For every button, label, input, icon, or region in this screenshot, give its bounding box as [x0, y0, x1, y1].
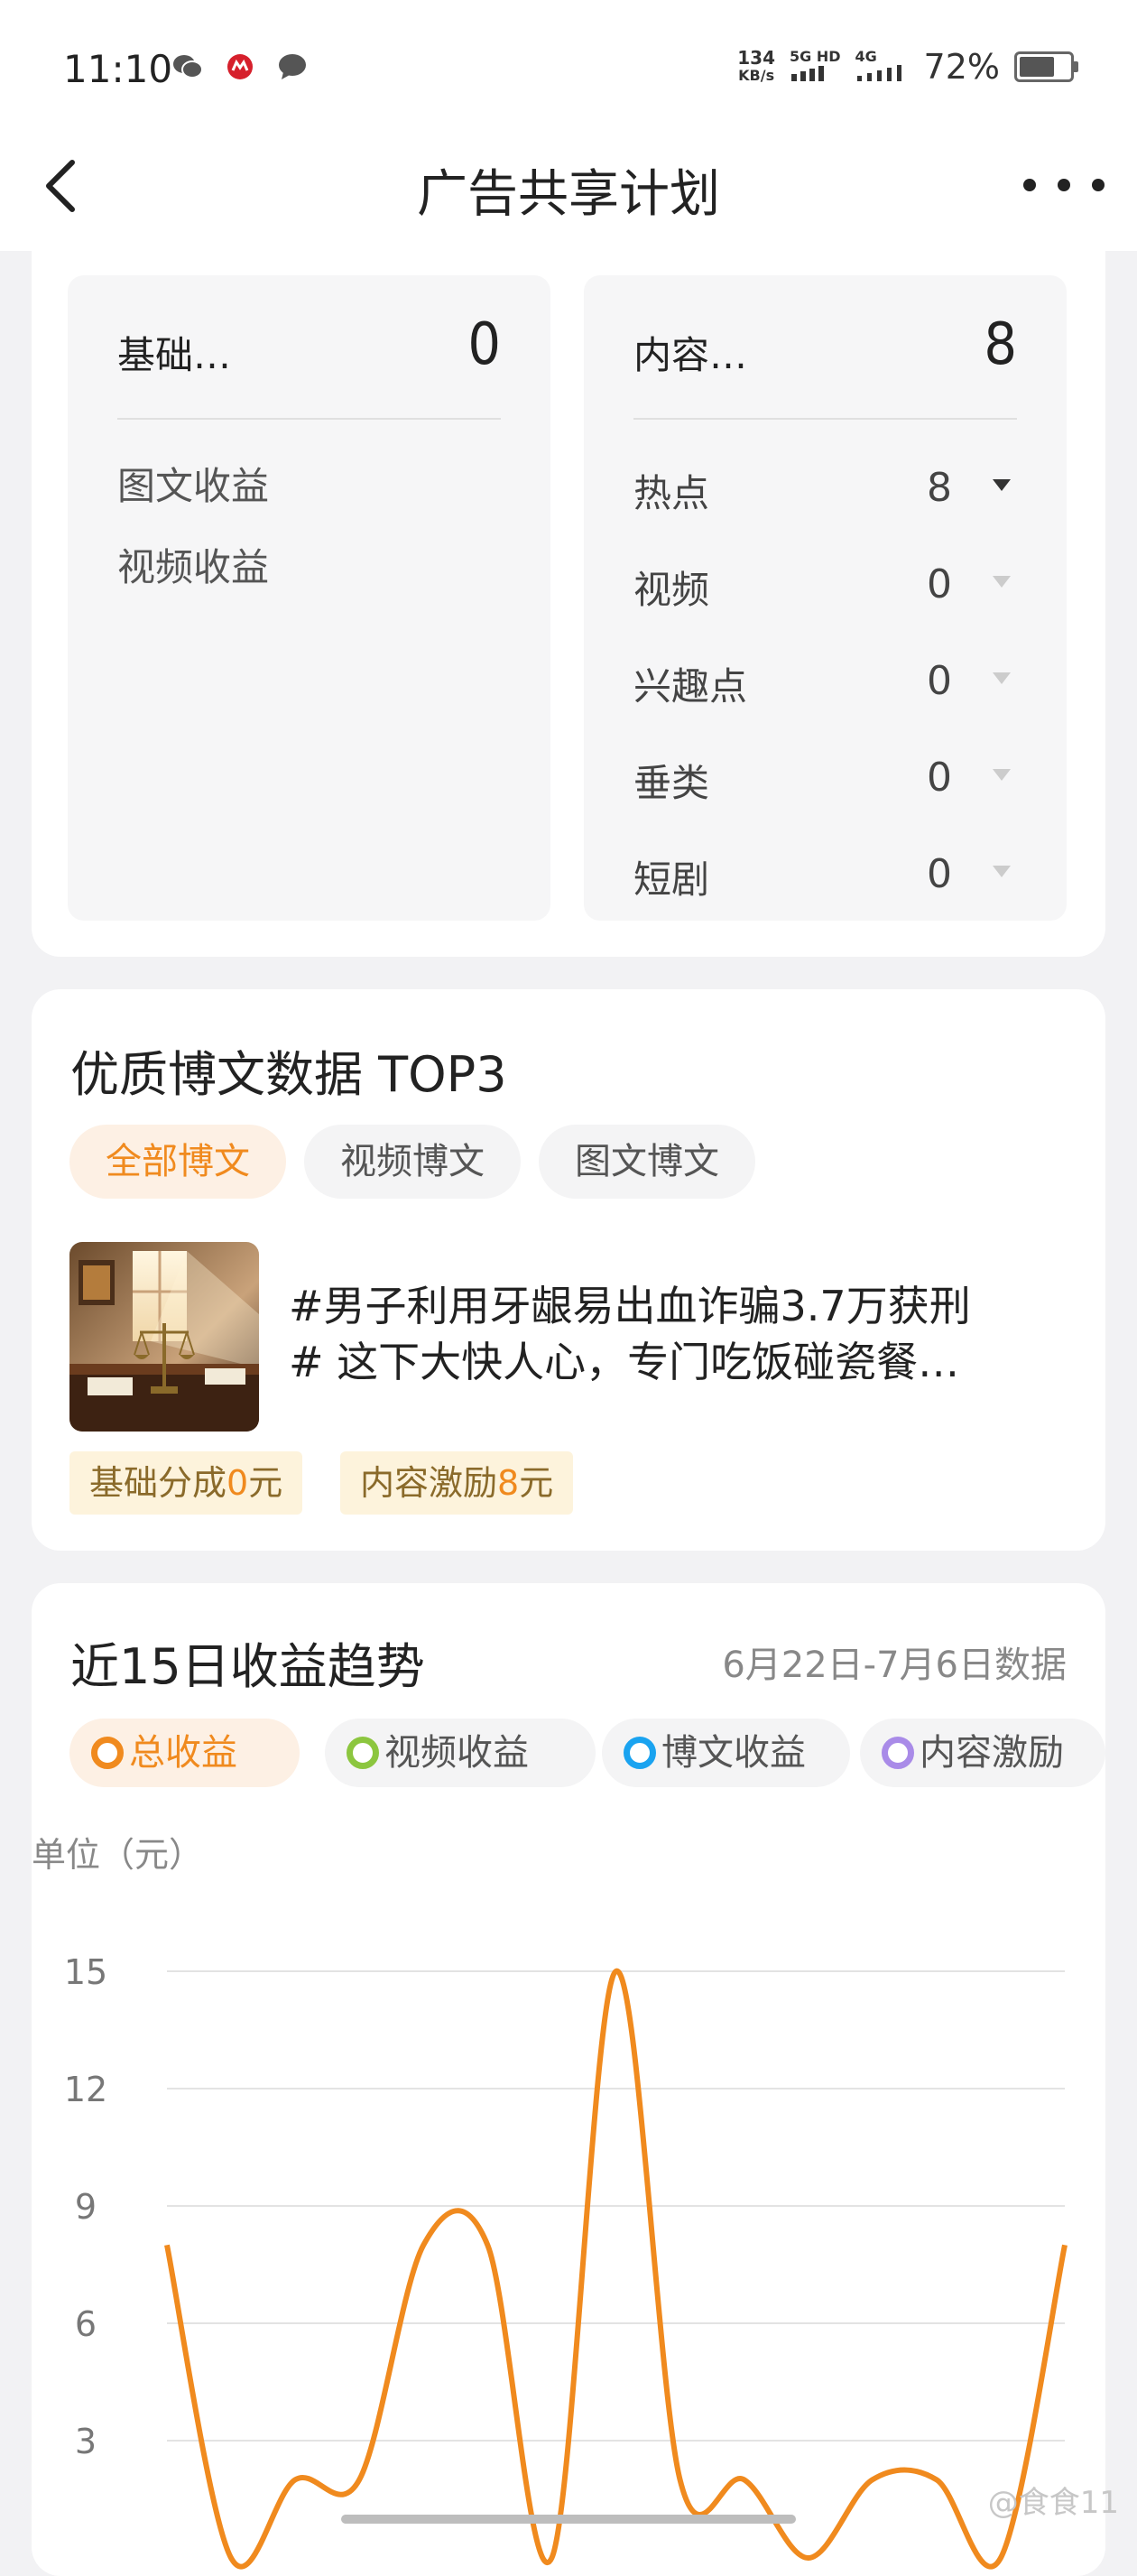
battery-icon	[1014, 51, 1078, 82]
signal-icon	[791, 66, 825, 81]
home-indicator[interactable]	[341, 2515, 796, 2524]
content-incentive-panel[interactable]: 内容… 8 热点 8 视频 0 兴趣点 0 垂类 0 短剧 0	[584, 275, 1067, 921]
status-time: 11:10	[63, 47, 173, 91]
tag-value: 0	[226, 1463, 249, 1503]
tab-all-posts[interactable]: 全部博文	[69, 1125, 286, 1199]
post-title[interactable]: #男子利用牙龈易出血诈骗3.7万获刑 # 这下大快人心，专门吃饭碰瓷餐…	[289, 1278, 1083, 1390]
legend-total-earnings[interactable]: 总收益	[69, 1719, 300, 1787]
basic-item-video: 视频收益	[117, 545, 270, 589]
more-options-icon[interactable]	[1023, 171, 1105, 199]
legend-post-earnings[interactable]: 博文收益	[602, 1719, 850, 1787]
earnings-trend-card: 近15日收益趋势 6月22日-7月6日数据 总收益 视频收益 博文收益 内容激励…	[32, 1583, 1105, 2576]
tag-value: 8	[497, 1463, 520, 1503]
divider	[633, 418, 1017, 420]
legend-label: 总收益	[129, 1732, 237, 1774]
y-tick-label: 6	[75, 2304, 97, 2344]
content-item-label: 垂类	[633, 761, 710, 805]
content-item-value: 8	[927, 465, 952, 511]
y-tick-label: 12	[64, 2070, 107, 2109]
content-item-short-drama[interactable]: 短剧 0	[633, 849, 1021, 903]
network-speed: 134 KB/s	[737, 49, 775, 85]
y-tick-label: 3	[75, 2422, 97, 2461]
network1-label: 5G HD	[790, 48, 841, 65]
basic-panel-title: 基础…	[117, 333, 232, 377]
trend-line-chart: 3 6 9 12 15	[64, 1952, 1068, 2570]
page-title: 广告共享计划	[417, 165, 720, 224]
basic-item-image-text: 图文收益	[117, 464, 270, 508]
legend-video-earnings[interactable]: 视频收益	[325, 1719, 596, 1787]
network-4g: 4G	[855, 49, 910, 85]
tab-image-text-posts[interactable]: 图文博文	[539, 1125, 755, 1199]
message-icon	[279, 54, 306, 79]
content-item-label: 短剧	[633, 857, 710, 902]
network-5g: 5G HD	[790, 49, 841, 85]
legend-dot-icon	[91, 1737, 124, 1769]
legend-dot-icon	[347, 1737, 379, 1769]
content-item-hotspot[interactable]: 热点 8	[633, 463, 1021, 517]
y-tick-label: 15	[64, 1952, 107, 1992]
caret-down-icon	[993, 866, 1011, 877]
basic-share-tag: 基础分成0元	[69, 1451, 303, 1515]
signal-icon-2	[856, 65, 901, 81]
earnings-breakdown-card: 基础… 0 图文收益 视频收益 内容… 8 热点 8 视频 0 兴趣点 0 垂类…	[32, 226, 1105, 957]
content-item-value: 0	[927, 658, 952, 704]
caret-down-icon	[993, 479, 1011, 491]
legend-label: 视频收益	[384, 1732, 529, 1774]
post-title-line-2: # 这下大快人心，专门吃饭碰瓷餐…	[289, 1338, 960, 1386]
wechat-icon	[173, 55, 203, 79]
content-item-label: 兴趣点	[633, 664, 748, 709]
tag-suffix: 元	[248, 1463, 283, 1503]
status-right: 134 KB/s 5G HD 4G 72%	[737, 47, 1078, 87]
legend-dot-icon	[624, 1737, 656, 1769]
caret-down-icon	[993, 769, 1011, 781]
content-item-video[interactable]: 视频 0	[633, 560, 1021, 614]
watermark: @食食11	[987, 2485, 1119, 2521]
content-item-value: 0	[927, 851, 952, 897]
tag-suffix: 元	[519, 1463, 554, 1503]
content-item-interest-point[interactable]: 兴趣点 0	[633, 656, 1021, 710]
legend-label: 内容激励	[920, 1732, 1064, 1774]
legend-content-incentive[interactable]: 内容激励	[860, 1719, 1105, 1787]
content-item-label: 视频	[633, 568, 710, 612]
content-item-label: 热点	[633, 471, 710, 515]
speed-unit: KB/s	[738, 67, 775, 84]
content-item-vertical[interactable]: 垂类 0	[633, 753, 1021, 807]
post-title-line-1: #男子利用牙龈易出血诈骗3.7万获刑	[289, 1282, 971, 1330]
date-range: 6月22日-7月6日数据	[722, 1645, 1067, 1686]
content-item-value: 0	[927, 561, 952, 607]
top-posts-title: 优质博文数据 TOP3	[70, 1046, 507, 1103]
content-incentive-tag: 内容激励8元	[340, 1451, 574, 1515]
top-posts-card: 优质博文数据 TOP3 全部博文 视频博文 图文博文 #男子利用牙龈易出血诈骗3…	[32, 989, 1105, 1551]
status-bar: 11:10 134 KB/s 5G HD 4G 72%	[0, 0, 1137, 135]
trend-title: 近15日收益趋势	[70, 1638, 425, 1695]
caret-down-icon	[993, 672, 1011, 684]
bank-app-icon	[227, 54, 253, 79]
tag-prefix: 内容激励	[360, 1463, 498, 1503]
content-panel-value: 8	[984, 311, 1017, 378]
y-tick-label: 9	[75, 2187, 97, 2227]
battery-percent: 72%	[923, 47, 1000, 87]
speed-value: 134	[737, 47, 776, 69]
content-item-value: 0	[927, 755, 952, 801]
tag-prefix: 基础分成	[89, 1463, 227, 1503]
notification-icons	[171, 52, 309, 81]
content-panel-title: 内容…	[633, 333, 748, 377]
caret-down-icon	[993, 576, 1011, 588]
basic-panel-value: 0	[467, 311, 501, 378]
legend-dot-icon	[882, 1737, 914, 1769]
legend-label: 博文收益	[661, 1732, 806, 1774]
series-line-total-earnings	[164, 1968, 1068, 2570]
tab-video-posts[interactable]: 视频博文	[304, 1125, 521, 1199]
post-thumbnail[interactable]	[69, 1242, 259, 1432]
basic-earnings-panel[interactable]: 基础… 0 图文收益 视频收益	[68, 275, 550, 921]
network2-label: 4G	[855, 48, 877, 65]
divider	[117, 418, 501, 420]
